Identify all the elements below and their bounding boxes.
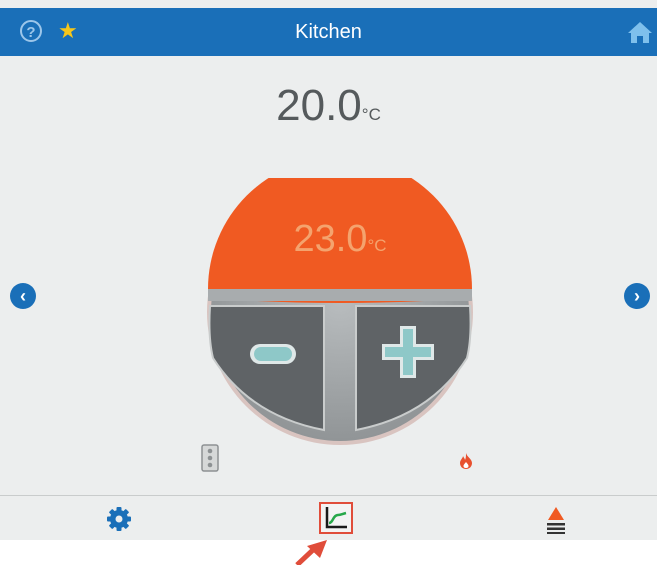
current-temperature: 20.0°C <box>0 80 657 141</box>
thermostat-screen: ? ★ Kitchen 20.0°C ‹ › 23.0°C <box>0 0 657 540</box>
setpoint-temperature: 23.0°C <box>190 216 490 269</box>
header-bar: ? ★ Kitchen <box>0 8 657 56</box>
alert-list-icon[interactable] <box>541 504 571 534</box>
home-icon[interactable] <box>627 20 653 44</box>
flame-icon <box>460 453 472 469</box>
bottom-toolbar <box>0 496 657 540</box>
current-temperature-value: 20.0 <box>276 81 362 130</box>
setpoint-unit: °C <box>367 236 387 255</box>
room-title: Kitchen <box>295 21 362 43</box>
chevron-left-icon[interactable]: ‹ <box>10 283 36 309</box>
current-temperature-unit: °C <box>361 105 381 124</box>
remote-icon <box>201 444 219 472</box>
chart-icon[interactable] <box>319 502 353 534</box>
minus-button[interactable] <box>210 306 324 430</box>
arrow-icon <box>295 540 327 565</box>
plus-button[interactable] <box>356 306 470 430</box>
chevron-right-icon[interactable]: › <box>624 283 650 309</box>
gear-icon[interactable] <box>104 504 134 534</box>
thermostat-dial: 23.0°C <box>190 178 490 446</box>
setpoint-value: 23.0 <box>293 218 368 260</box>
